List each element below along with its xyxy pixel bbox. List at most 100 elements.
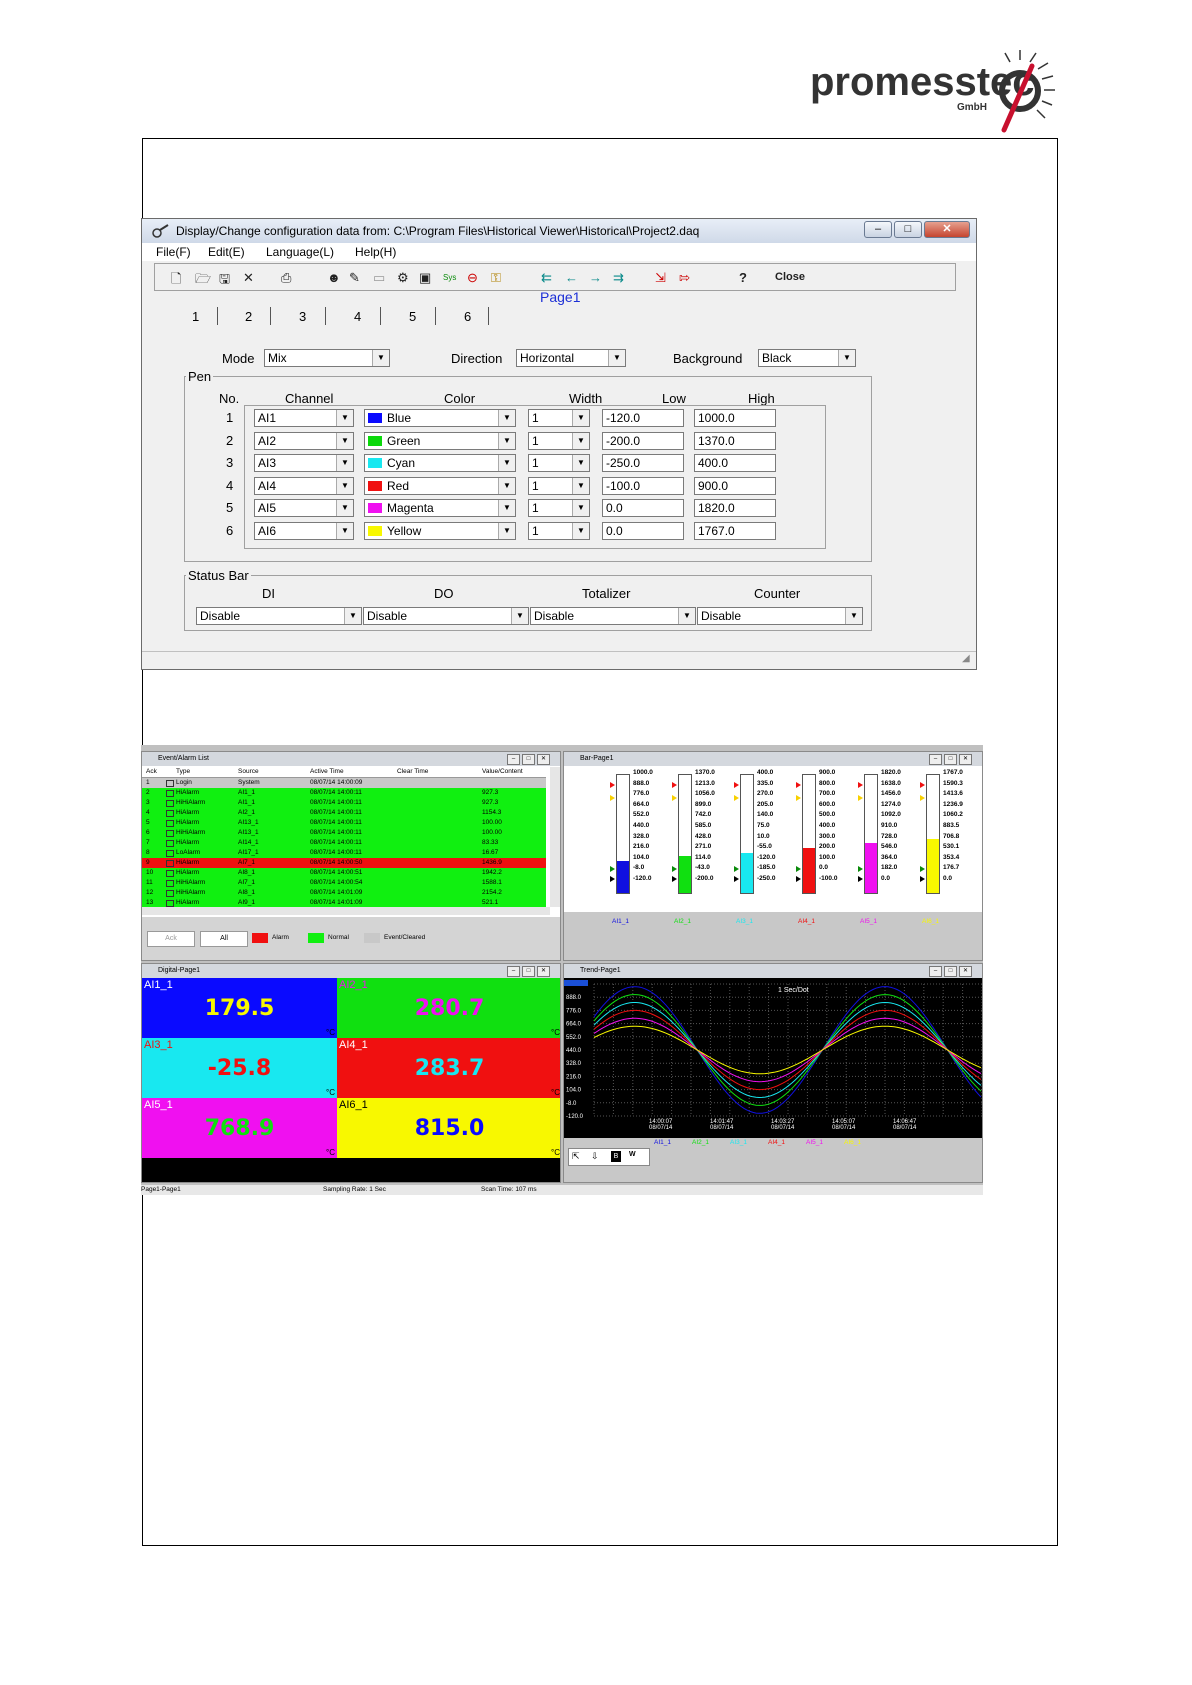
new-icon[interactable]: 🗋 bbox=[171, 270, 181, 292]
pen-low-input[interactable]: -120.0 bbox=[602, 409, 684, 427]
close-button[interactable]: Close bbox=[775, 271, 805, 283]
close-icon[interactable]: ✕ bbox=[537, 754, 550, 765]
pen-channel-select[interactable]: AI6 ▼ bbox=[254, 521, 354, 540]
minimize-icon[interactable]: – bbox=[507, 966, 520, 977]
mode-select[interactable]: Mix ▼ bbox=[264, 349, 390, 367]
status-di-select[interactable]: Disable ▼ bbox=[196, 607, 362, 625]
doc-icon[interactable]: ▭ bbox=[373, 270, 385, 286]
prev-icon[interactable]: ← bbox=[565, 270, 578, 285]
pen-low-input[interactable]: -100.0 bbox=[602, 476, 684, 495]
event-row[interactable]: 3 HiHiAlarm AI1_1 08/07/14 14:00:11 927.… bbox=[142, 798, 546, 808]
close-icon[interactable]: ✕ bbox=[959, 966, 972, 977]
event-row[interactable]: 12 HiHiAlarm AI8_1 08/07/14 14:01:09 215… bbox=[142, 888, 546, 898]
tab-6[interactable]: 6 bbox=[464, 309, 471, 324]
status-do-select[interactable]: Disable ▼ bbox=[363, 607, 529, 625]
last-icon[interactable]: ⇉ bbox=[613, 270, 624, 286]
pen-width-select[interactable]: 1 ▼ bbox=[528, 499, 590, 517]
pen-icon[interactable]: ✎ bbox=[349, 270, 360, 286]
pen-high-input[interactable]: 1820.0 bbox=[694, 499, 776, 517]
menu-edit[interactable]: Edit(E) bbox=[208, 245, 245, 259]
pen-high-input[interactable]: 900.0 bbox=[694, 476, 776, 495]
pen-channel-select[interactable]: AI5 ▼ bbox=[254, 499, 354, 517]
monitor-icon[interactable]: ▣ bbox=[419, 270, 431, 286]
pen-channel-select[interactable]: AI2 ▼ bbox=[254, 431, 354, 450]
close-icon[interactable]: ✕ bbox=[537, 966, 550, 977]
black-bg-button[interactable]: B bbox=[611, 1151, 621, 1162]
export-icon[interactable]: ⇰ bbox=[679, 270, 690, 286]
pen-width-select[interactable]: 1 ▼ bbox=[528, 454, 590, 472]
maximize-icon[interactable]: □ bbox=[944, 966, 957, 977]
save-icon[interactable]: 🖫 bbox=[219, 270, 230, 292]
background-select[interactable]: Black ▼ bbox=[758, 349, 856, 367]
pen-color-select[interactable]: Blue ▼ bbox=[364, 409, 516, 427]
maximize-icon[interactable]: □ bbox=[944, 754, 957, 765]
pen-color-select[interactable]: Magenta ▼ bbox=[364, 499, 516, 517]
first-icon[interactable]: ⇇ bbox=[541, 270, 552, 286]
pen-channel-select[interactable]: AI4 ▼ bbox=[254, 476, 354, 495]
zoom-icon[interactable]: ⇩ bbox=[591, 1151, 599, 1162]
close-window-button[interactable]: ✕ bbox=[924, 221, 970, 238]
pen-high-input[interactable]: 1767.0 bbox=[694, 521, 776, 540]
pen-low-input[interactable]: -200.0 bbox=[602, 431, 684, 450]
pan-icon[interactable]: ⇱ bbox=[572, 1151, 580, 1162]
direction-select[interactable]: Horizontal ▼ bbox=[516, 349, 626, 367]
ack-button[interactable]: Ack bbox=[147, 931, 195, 947]
pen-low-input[interactable]: 0.0 bbox=[602, 499, 684, 517]
tab-2[interactable]: 2 bbox=[245, 309, 252, 324]
tools-icon[interactable]: ⚙ bbox=[397, 270, 409, 286]
key-icon[interactable]: ⚿ bbox=[491, 270, 501, 286]
menu-file[interactable]: File(F) bbox=[156, 245, 191, 259]
event-hscrollbar[interactable] bbox=[142, 907, 550, 915]
pen-width-select[interactable]: 1 ▼ bbox=[528, 431, 590, 450]
pen-width-select[interactable]: 1 ▼ bbox=[528, 521, 590, 540]
pen-color-select[interactable]: Green ▼ bbox=[364, 431, 516, 450]
minimize-icon[interactable]: – bbox=[929, 754, 942, 765]
pen-high-input[interactable]: 400.0 bbox=[694, 454, 776, 472]
sys-icon[interactable]: Sys bbox=[443, 273, 456, 282]
maximize-icon[interactable]: □ bbox=[522, 754, 535, 765]
open-icon[interactable]: 🗁 bbox=[195, 270, 211, 292]
delete-icon[interactable]: ✕ bbox=[243, 270, 254, 286]
event-row[interactable]: 5 HiAlarm AI13_1 08/07/14 14:00:11 100.0… bbox=[142, 818, 546, 828]
pen-channel-select[interactable]: AI1 ▼ bbox=[254, 409, 354, 427]
pen-high-input[interactable]: 1370.0 bbox=[694, 431, 776, 450]
next-icon[interactable]: → bbox=[589, 270, 602, 285]
import-icon[interactable]: ⇲ bbox=[655, 270, 666, 286]
maximize-button[interactable]: □ bbox=[894, 221, 922, 238]
minimize-icon[interactable]: – bbox=[929, 966, 942, 977]
menu-help[interactable]: Help(H) bbox=[355, 245, 396, 259]
users-icon[interactable]: ☻ bbox=[327, 270, 341, 285]
pen-width-select[interactable]: 1 ▼ bbox=[528, 476, 590, 495]
resize-grip-icon[interactable]: ◢ bbox=[962, 653, 970, 664]
event-row[interactable]: 8 LoAlarm AI17_1 08/07/14 14:00:11 16.67 bbox=[142, 848, 546, 858]
event-row[interactable]: 10 HiAlarm AI8_1 08/07/14 14:00:51 1942.… bbox=[142, 868, 546, 878]
record-icon[interactable]: ⊖ bbox=[467, 270, 478, 286]
menu-language[interactable]: Language(L) bbox=[266, 245, 334, 259]
close-icon[interactable]: ✕ bbox=[959, 754, 972, 765]
event-row[interactable]: 1 Login System 08/07/14 14:00:09 bbox=[142, 778, 546, 788]
event-row[interactable]: 2 HiAlarm AI1_1 08/07/14 14:00:11 927.3 bbox=[142, 788, 546, 798]
event-row[interactable]: 9 HiAlarm AI7_1 08/07/14 14:00:50 1436.9 bbox=[142, 858, 546, 868]
tab-4[interactable]: 4 bbox=[354, 309, 361, 324]
event-row[interactable]: 6 HiHiAlarm AI13_1 08/07/14 14:00:11 100… bbox=[142, 828, 546, 838]
print-icon[interactable]: ⎙ bbox=[281, 270, 291, 286]
pen-high-input[interactable]: 1000.0 bbox=[694, 409, 776, 427]
pen-color-select[interactable]: Yellow ▼ bbox=[364, 521, 516, 540]
status-counter-select[interactable]: Disable ▼ bbox=[697, 607, 863, 625]
pen-channel-select[interactable]: AI3 ▼ bbox=[254, 454, 354, 472]
tab-1[interactable]: 1 bbox=[192, 309, 199, 324]
event-row[interactable]: 7 HiAlarm AI14_1 08/07/14 14:00:11 83.33 bbox=[142, 838, 546, 848]
maximize-icon[interactable]: □ bbox=[522, 966, 535, 977]
tab-3[interactable]: 3 bbox=[299, 309, 306, 324]
event-row[interactable]: 4 HiAlarm AI2_1 08/07/14 14:00:11 1154.3 bbox=[142, 808, 546, 818]
tab-5[interactable]: 5 bbox=[409, 309, 416, 324]
help-icon[interactable]: ? bbox=[739, 270, 747, 285]
all-button[interactable]: All bbox=[200, 931, 248, 947]
pen-low-input[interactable]: 0.0 bbox=[602, 521, 684, 540]
status-totalizer-select[interactable]: Disable ▼ bbox=[530, 607, 696, 625]
pen-low-input[interactable]: -250.0 bbox=[602, 454, 684, 472]
pen-color-select[interactable]: Red ▼ bbox=[364, 476, 516, 495]
event-row[interactable]: 11 HiHiAlarm AI7_1 08/07/14 14:00:54 158… bbox=[142, 878, 546, 888]
pen-color-select[interactable]: Cyan ▼ bbox=[364, 454, 516, 472]
event-scrollbar[interactable] bbox=[550, 767, 560, 907]
